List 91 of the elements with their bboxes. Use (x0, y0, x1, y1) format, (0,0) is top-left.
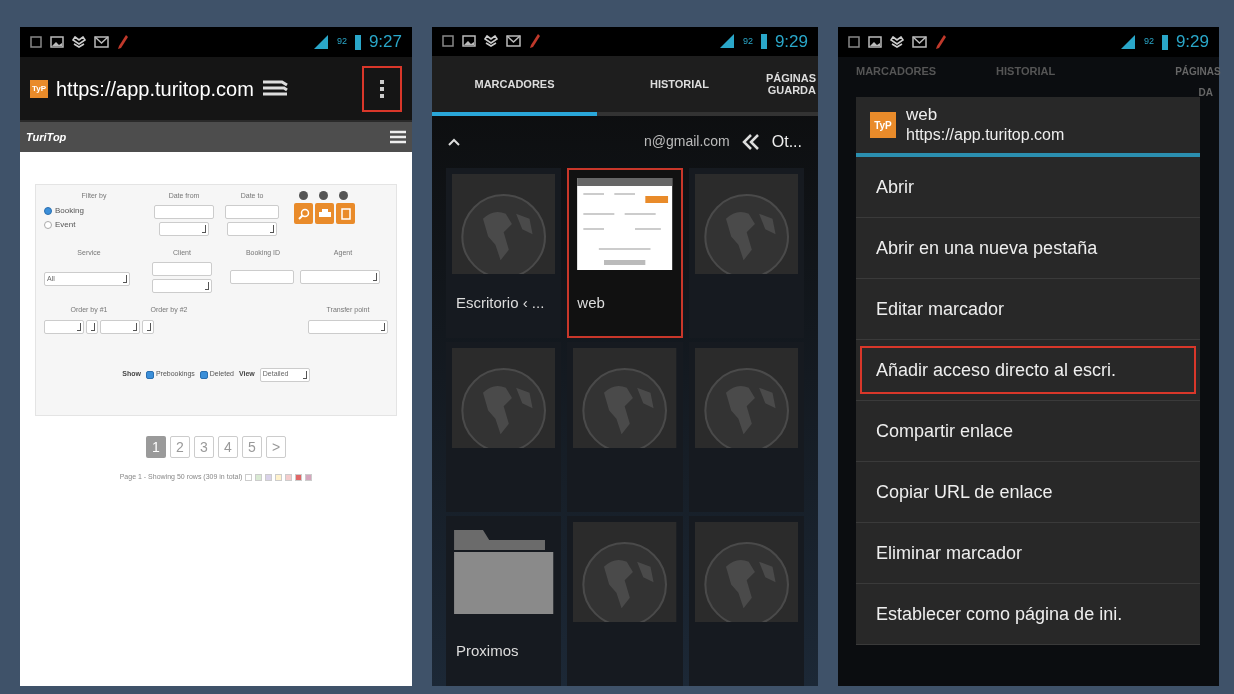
select-field[interactable] (44, 319, 84, 334)
box-icon (890, 35, 904, 49)
tabs-stack-icon[interactable] (261, 78, 288, 99)
double-chevron-icon[interactable] (741, 132, 760, 151)
picture-icon (462, 35, 476, 48)
menu-item[interactable]: Editar marcador (860, 285, 1196, 333)
globe-icon (452, 348, 556, 448)
menu-item[interactable]: Abrir en una nueva pestaña (860, 224, 1196, 272)
radio-option[interactable]: Booking (44, 204, 84, 217)
select-field[interactable] (227, 221, 277, 236)
printer-icon (318, 208, 331, 219)
help-icon[interactable] (339, 191, 348, 200)
picture-icon (868, 36, 882, 48)
tab-label: HISTORIAL (996, 63, 1056, 79)
mail-icon (94, 36, 109, 48)
input-field[interactable] (152, 262, 212, 276)
notification-square-icon (30, 36, 42, 48)
select-field[interactable] (308, 319, 388, 334)
clock-time: 9:29 (1175, 31, 1209, 54)
tile-label: Escritorio ‹ ... (455, 293, 546, 313)
marker-icon (529, 33, 541, 50)
select-field[interactable] (152, 279, 212, 293)
help-icon[interactable] (299, 191, 308, 200)
select-field[interactable] (100, 319, 140, 334)
select-field[interactable] (300, 270, 380, 284)
mail-icon (912, 36, 927, 48)
notification-square-icon (442, 35, 454, 48)
menu-item[interactable]: Copiar URL de enlace (860, 468, 1196, 516)
menu-button[interactable] (362, 65, 402, 112)
marker-icon (117, 34, 129, 50)
bookmark-tile[interactable] (567, 516, 683, 686)
mail-icon (506, 35, 521, 48)
battery-percent: 92 (336, 35, 347, 49)
bookmark-tile[interactable]: Proximos (446, 516, 562, 686)
favicon: TyP (30, 79, 48, 98)
radio-option[interactable]: Event (44, 218, 84, 231)
search-icon (297, 207, 310, 220)
battery-icon (760, 34, 767, 49)
marker-icon (935, 34, 947, 50)
input-field[interactable] (154, 204, 214, 219)
picture-icon (50, 36, 64, 48)
input-field[interactable] (230, 270, 294, 284)
bookmark-title: web (906, 105, 939, 125)
menu-icon[interactable] (390, 130, 406, 144)
collapse-icon[interactable] (448, 137, 460, 146)
bookmark-tile[interactable]: Escritorio ‹ ... (446, 168, 562, 338)
bookmark-tile[interactable] (688, 516, 804, 686)
account-label: n@gmail.com (643, 132, 730, 152)
menu-item[interactable]: Abrir (860, 163, 1196, 211)
signal-icon (312, 34, 329, 50)
battery-percent: 92 (1143, 35, 1154, 49)
globe-icon (694, 348, 798, 448)
battery-percent: 92 (742, 34, 753, 48)
site-icon: TyP (870, 112, 896, 138)
tile-label: Proximos (455, 641, 520, 661)
signal-icon (1119, 34, 1136, 50)
menu-item[interactable]: Compartir enlace (860, 407, 1196, 455)
menu-item[interactable]: Eliminar marcador (860, 529, 1196, 577)
clock-time: 9:29 (774, 30, 808, 53)
help-icon[interactable] (319, 191, 328, 200)
tab[interactable]: HISTORIAL (597, 55, 762, 116)
tile-label: web (576, 293, 606, 313)
select-field[interactable] (159, 221, 209, 236)
bookmark-tile[interactable]: web (567, 168, 683, 338)
globe-icon (573, 522, 677, 622)
box-icon (72, 35, 86, 49)
tab-fragment: DA (1198, 86, 1213, 100)
notification-square-icon (848, 36, 860, 48)
menu-item[interactable]: Establecer como página de ini. (860, 590, 1196, 638)
globe-icon (573, 348, 677, 448)
box-icon (484, 35, 498, 48)
signal-icon (718, 33, 735, 50)
tab[interactable]: MARCADORES (432, 55, 597, 116)
globe-icon (694, 522, 798, 622)
tab-label: MARCADORES (856, 63, 937, 79)
bookmark-tile[interactable] (688, 168, 804, 338)
input-field[interactable] (225, 204, 279, 219)
clock-time: 9:27 (368, 31, 402, 54)
document-icon (340, 207, 351, 220)
battery-icon (1161, 34, 1168, 50)
menu-item[interactable]: Añadir acceso directo al escri. (860, 346, 1196, 394)
select-field[interactable] (86, 319, 98, 334)
tab[interactable]: PÁGINAS GUARDA (762, 55, 818, 116)
globe-icon (452, 174, 556, 274)
battery-icon (354, 34, 361, 50)
globe-icon (694, 174, 798, 274)
breadcrumb[interactable]: Ot... (771, 129, 802, 154)
select-field[interactable] (142, 319, 154, 334)
site-logo[interactable]: TuriTop (26, 128, 67, 146)
url-text[interactable]: https://app.turitop.com (56, 73, 254, 104)
bookmark-url: https://app.turitop.com (906, 125, 1065, 145)
